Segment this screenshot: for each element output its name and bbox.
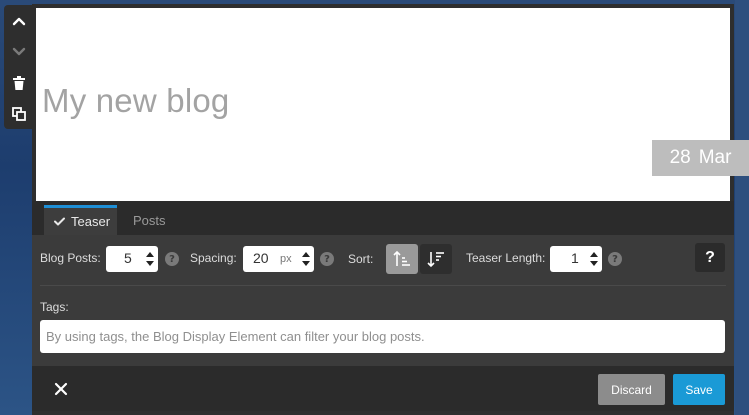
stepper-arrows-icon[interactable]: [145, 249, 155, 269]
element-toolbar: [4, 5, 33, 129]
blog-preview: My new blog: [36, 8, 730, 201]
blog-posts-stepper[interactable]: 5: [106, 246, 158, 272]
blog-posts-label: Blog Posts:: [40, 251, 101, 265]
tags-input[interactable]: [40, 320, 725, 353]
chevron-up-icon: [12, 17, 25, 25]
close-icon[interactable]: [52, 380, 70, 398]
delete-button[interactable]: [4, 67, 33, 98]
sort-descending-button[interactable]: [420, 244, 452, 274]
spacing-value: 20: [253, 250, 269, 266]
chevron-down-icon: [12, 47, 25, 55]
sort-descending-icon: [427, 252, 444, 268]
trash-icon: [12, 75, 25, 90]
check-icon: [54, 217, 65, 226]
settings-row: Blog Posts: 5 ? Spacing: 20 px ? Sort: T…: [32, 235, 734, 285]
spacing-label: Spacing:: [190, 251, 237, 265]
date-month: Mar: [698, 147, 732, 168]
editor-footer: Discard Save: [32, 366, 734, 411]
tab-bar: Teaser Posts: [32, 201, 734, 235]
divider: [40, 285, 726, 286]
move-up-button[interactable]: [4, 5, 33, 36]
spacing-help-icon[interactable]: ?: [320, 252, 334, 266]
teaser-length-help-icon[interactable]: ?: [608, 252, 622, 266]
date-badge: 28 Mar: [652, 140, 749, 176]
help-button[interactable]: ?: [695, 243, 725, 272]
tags-label: Tags:: [40, 300, 69, 314]
duplicate-button[interactable]: [4, 98, 33, 129]
tab-posts[interactable]: Posts: [133, 205, 166, 235]
tab-teaser-label: Teaser: [71, 214, 111, 229]
tab-teaser[interactable]: Teaser: [44, 205, 117, 235]
sort-ascending-button[interactable]: [386, 244, 418, 274]
duplicate-icon: [11, 106, 26, 121]
date-day: 28: [669, 147, 691, 168]
save-button[interactable]: Save: [673, 374, 725, 405]
teaser-length-value: 1: [571, 250, 579, 266]
background-strip: [735, 0, 749, 415]
blog-posts-value: 5: [124, 250, 132, 266]
teaser-length-label: Teaser Length:: [466, 251, 546, 265]
stepper-arrows-icon[interactable]: [301, 249, 311, 269]
sort-ascending-icon: [393, 250, 410, 266]
teaser-length-stepper[interactable]: 1: [550, 246, 602, 272]
tab-posts-label: Posts: [133, 212, 166, 228]
blog-posts-help-icon[interactable]: ?: [165, 252, 179, 266]
spacing-unit: px: [280, 253, 292, 265]
settings-panel: Blog Posts: 5 ? Spacing: 20 px ? Sort: T…: [32, 235, 734, 366]
sort-label: Sort:: [348, 252, 374, 266]
spacing-stepper[interactable]: 20 px: [243, 246, 314, 272]
blog-title: My new blog: [42, 82, 230, 119]
stepper-arrows-icon[interactable]: [589, 249, 599, 269]
move-down-button[interactable]: [4, 36, 33, 67]
discard-button[interactable]: Discard: [598, 374, 665, 405]
